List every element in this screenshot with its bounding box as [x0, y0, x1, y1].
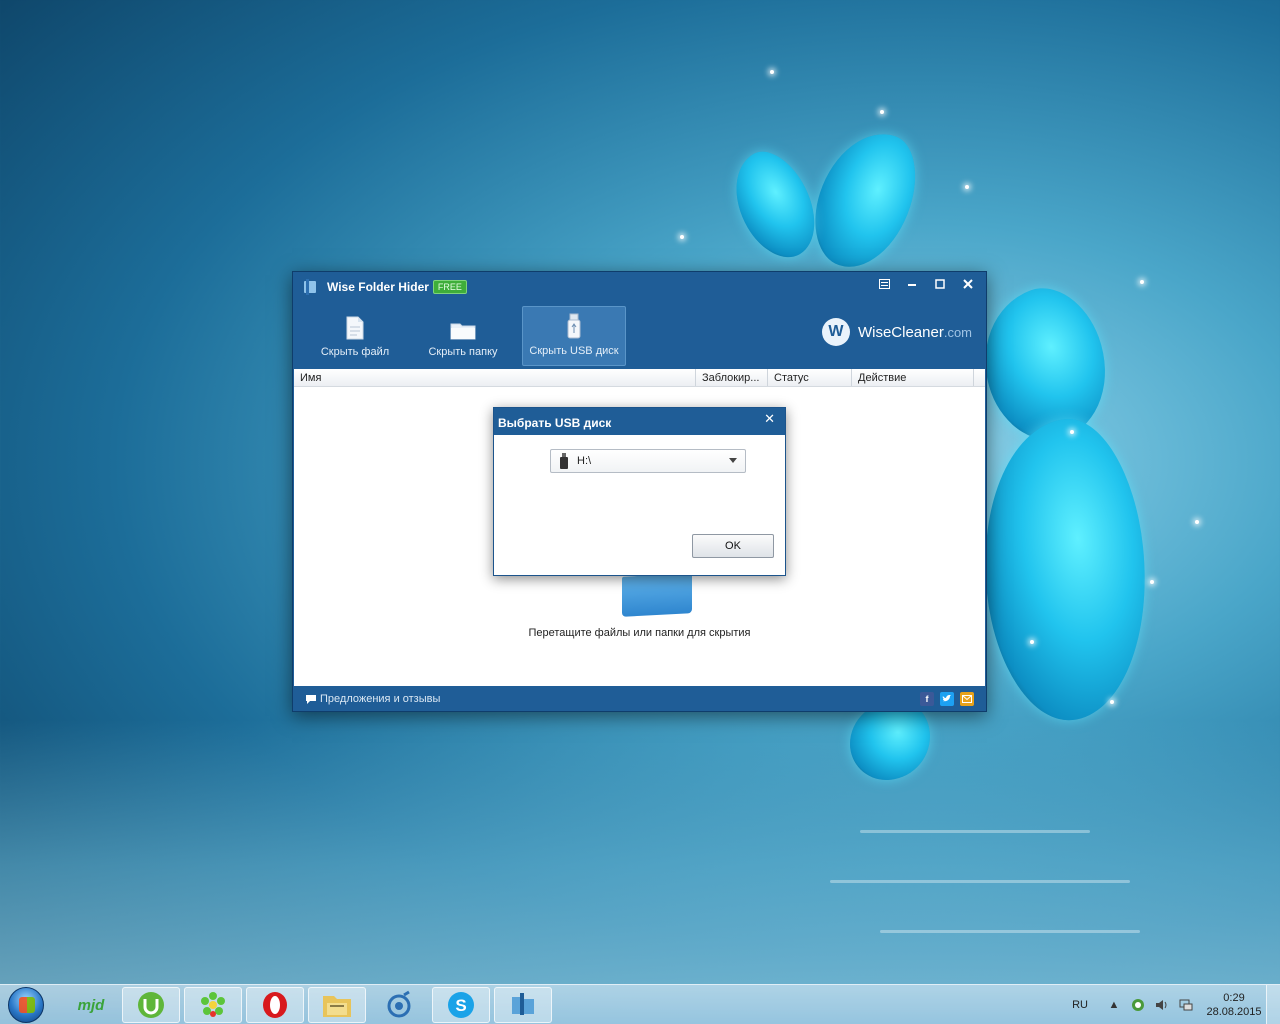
column-locked[interactable]: Заблокир...	[696, 369, 768, 386]
free-badge: FREE	[432, 280, 467, 294]
volume-icon[interactable]	[1154, 997, 1170, 1013]
select-usb-dialog: Выбрать USB диск ✕ H:\ OK	[493, 407, 786, 576]
social-links: f	[914, 692, 974, 706]
file-icon	[346, 316, 364, 340]
hide-usb-label: Скрыть USB диск	[529, 345, 619, 357]
usb-drive-select[interactable]: H:\	[550, 449, 746, 473]
column-name[interactable]: Имя	[294, 369, 696, 386]
butterfly-wing	[969, 412, 1161, 728]
opera-icon[interactable]	[246, 987, 304, 1023]
sparkle	[1070, 430, 1074, 434]
drop-folder-icon	[622, 573, 692, 617]
brand-domain: .com	[943, 324, 972, 340]
feedback-link[interactable]: Предложения и отзывы	[320, 693, 440, 705]
email-icon[interactable]	[960, 692, 974, 706]
dialog-title: Выбрать USB диск	[498, 416, 612, 430]
butterfly-wing	[800, 119, 930, 281]
show-desktop-button[interactable]	[1266, 985, 1280, 1024]
app-title: Wise Folder Hider	[327, 280, 429, 294]
toolbar: Скрыть файл Скрыть папку Скрыть USB диск…	[293, 302, 986, 368]
mydefrag-icon[interactable]: mjd	[62, 987, 120, 1023]
ripple	[880, 930, 1140, 933]
language-indicator[interactable]: RU	[1072, 999, 1088, 1011]
sparkle	[1195, 520, 1199, 524]
hide-folder-label: Скрыть папку	[428, 346, 498, 358]
hide-file-button[interactable]: Скрыть файл	[303, 306, 407, 366]
wisecleaner-logo-icon: W	[821, 318, 850, 346]
chevron-down-icon[interactable]	[729, 458, 737, 463]
qip-icon[interactable]	[370, 987, 428, 1023]
selected-drive: H:\	[577, 455, 592, 467]
start-button[interactable]	[8, 987, 44, 1023]
menu-icon[interactable]	[872, 274, 896, 294]
butterfly-wing	[717, 139, 833, 271]
wisecleaner-brand[interactable]: W WiseCleaner .com	[821, 318, 972, 346]
speech-bubble-icon	[306, 694, 316, 704]
usb-drive-small-icon	[560, 453, 568, 469]
folder-icon	[450, 323, 476, 340]
app-logo-icon	[304, 279, 316, 295]
sparkle	[1140, 280, 1144, 284]
window-controls	[872, 274, 980, 294]
brand-name: WiseCleaner	[857, 323, 944, 341]
sparkle	[880, 110, 884, 114]
clock[interactable]: 0:29 28.08.2015	[1202, 991, 1266, 1019]
hide-folder-button[interactable]: Скрыть папку	[411, 306, 515, 366]
title-bar[interactable]: Wise Folder Hider FREE	[293, 272, 986, 302]
sparkle	[1030, 640, 1034, 644]
security-icon[interactable]	[1130, 997, 1146, 1013]
usb-drive-icon	[567, 313, 581, 339]
minimize-icon[interactable]	[900, 274, 924, 294]
sparkle	[680, 235, 684, 239]
status-bar: Предложения и отзывы f	[293, 686, 986, 712]
drop-hint: Перетащите файлы или папки для скрытия	[528, 627, 751, 639]
column-status[interactable]: Статус	[768, 369, 852, 386]
wise-folder-hider-icon[interactable]	[494, 987, 552, 1023]
list-header: Имя Заблокир... Статус Действие	[294, 369, 985, 387]
network-icon[interactable]	[1178, 997, 1194, 1013]
close-icon[interactable]	[956, 274, 980, 294]
icq-icon[interactable]	[184, 987, 242, 1023]
column-action[interactable]: Действие	[852, 369, 974, 386]
dialog-close-icon[interactable]: ✕	[764, 411, 775, 427]
ripple	[830, 880, 1130, 883]
sparkle	[965, 185, 969, 189]
dialog-title-bar[interactable]: Выбрать USB диск	[494, 408, 785, 435]
skype-icon[interactable]: S	[432, 987, 490, 1023]
sparkle	[770, 70, 774, 74]
maximize-icon[interactable]	[928, 274, 952, 294]
sparkle	[1150, 580, 1154, 584]
twitter-icon[interactable]	[940, 692, 954, 706]
windows-logo-icon	[19, 997, 35, 1013]
taskbar: mjd S RU ▲ 0:29 28.08.2015	[0, 984, 1280, 1024]
file-explorer-icon[interactable]	[308, 987, 366, 1023]
ok-button[interactable]: OK	[692, 534, 774, 558]
svg-text:S: S	[455, 996, 466, 1015]
facebook-icon[interactable]: f	[920, 692, 934, 706]
hide-file-label: Скрыть файл	[320, 346, 390, 358]
water-reflection	[0, 720, 1280, 984]
clock-time: 0:29	[1223, 992, 1245, 1004]
ripple	[860, 830, 1090, 833]
utorrent-icon[interactable]	[122, 987, 180, 1023]
hide-usb-button[interactable]: Скрыть USB диск	[522, 306, 626, 366]
system-tray: RU ▲ 0:29 28.08.2015	[1072, 985, 1280, 1024]
sparkle	[1110, 700, 1114, 704]
show-hidden-icons-icon[interactable]: ▲	[1106, 997, 1122, 1013]
clock-date: 28.08.2015	[1206, 1006, 1262, 1018]
mydefrag-label: mjd	[77, 996, 105, 1014]
